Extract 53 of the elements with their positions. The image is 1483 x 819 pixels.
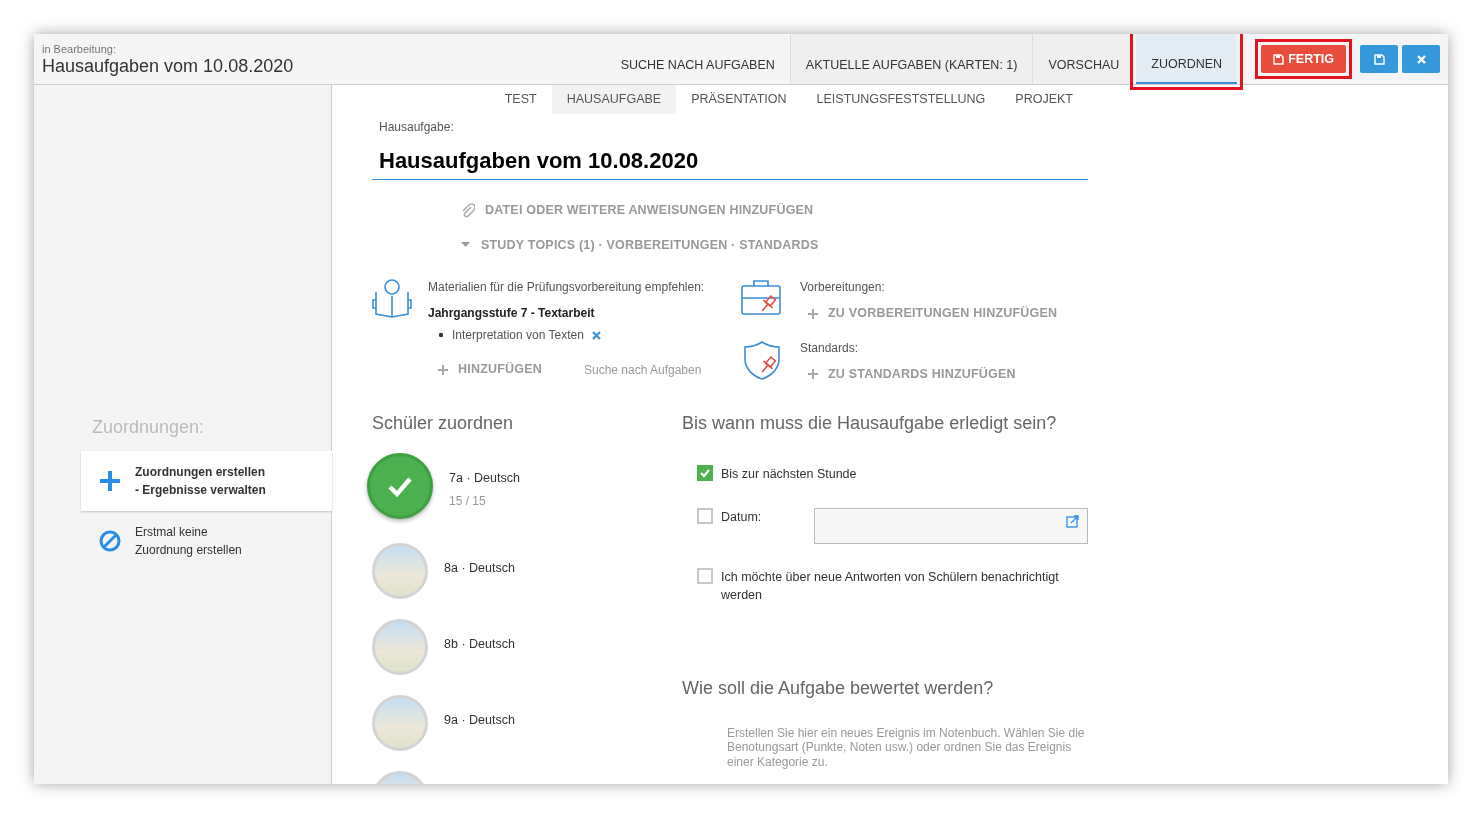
student-count: 15 / 15 xyxy=(449,492,487,510)
materials-label: Materialien für die Prüfungsvorbereitung empfehlen: xyxy=(428,279,705,297)
paperclip-icon xyxy=(460,202,475,218)
section-label: Standards: xyxy=(800,340,860,357)
checkbox[interactable] xyxy=(697,507,713,524)
option-label: Datum: xyxy=(721,508,762,526)
description-text: Erstellen Sie hier ein neues Ereignis im Notenbuch. Wählen Sie die Benotungsart (Punkte, Noten usw.) oder ordnen Sie das Ereignis einer Kategorie zu. xyxy=(727,726,1086,770)
topic-item: Interpretation von Texten xyxy=(452,327,584,345)
close-icon xyxy=(1415,53,1427,65)
class-name: 8a · Deutsch xyxy=(444,559,515,577)
class-name: 7a · Deutsch xyxy=(449,469,520,487)
topic-group: Jahrgangsstufe 7 - Textarbeit xyxy=(428,304,705,323)
type-tab[interactable]: LEISTUNGSFESTSTELLUNG xyxy=(801,85,1001,114)
remove-icon[interactable] xyxy=(591,330,601,340)
external-link-icon[interactable] xyxy=(1066,514,1079,528)
header-tab[interactable]: AKTUELLE AUFGABEN (KARTEN: 1) xyxy=(789,34,1033,84)
date-field[interactable] xyxy=(814,507,1088,544)
type-tab[interactable]: HAUSAUFGABE xyxy=(551,85,677,114)
plus-icon xyxy=(808,369,818,380)
header-tab[interactable]: VORSCHAU xyxy=(1032,34,1135,84)
checkbox[interactable] xyxy=(697,567,713,584)
type-tab[interactable]: PROJEKT xyxy=(1000,85,1088,114)
caption-text: in Bearbeitung: xyxy=(42,41,117,57)
plus-icon xyxy=(808,308,818,319)
class-name: 8b · Deutsch xyxy=(444,635,515,653)
section-title: Bis wann muss die Hausaufgabe erledigt sein? xyxy=(682,411,1058,435)
book-reader-icon xyxy=(372,278,412,321)
plus-icon xyxy=(438,364,448,375)
type-tab[interactable]: PRÄSENTATION xyxy=(676,85,802,114)
option-label: Bis zur nächsten Stunde xyxy=(721,465,857,483)
header-tab[interactable]: SUCHE NACH AUFGABEN xyxy=(605,34,790,84)
title-field[interactable]: Hausaufgaben vom 10.08.2020 xyxy=(372,139,1088,180)
bullet-icon xyxy=(438,332,444,339)
save-button[interactable] xyxy=(1360,45,1398,73)
class-name: 9a · Deutsch xyxy=(444,711,515,729)
page-title: Hausaufgaben vom 10.08.2020 xyxy=(42,57,294,78)
save-icon xyxy=(1373,53,1385,65)
sidebar-item[interactable]: Erstmal keine Zuordnung erstellen xyxy=(81,511,332,571)
section-title: Schüler zuordnen xyxy=(372,411,515,435)
section-label: Vorbereitungen: xyxy=(800,279,886,297)
plus-icon xyxy=(99,470,121,492)
close-button[interactable] xyxy=(1402,45,1440,73)
selected-avatar[interactable] xyxy=(367,452,433,519)
no-entry-icon xyxy=(99,530,121,552)
field-label: Hausaufgabe: xyxy=(378,118,455,136)
section-title: Wie soll die Aufgabe bewertet werden? xyxy=(682,677,995,700)
sidebar-item[interactable]: Zuordnungen erstellen - Ergebnisse verwalten xyxy=(81,451,332,511)
type-tab[interactable]: TEST xyxy=(489,85,552,114)
save-icon xyxy=(1273,53,1285,65)
sidebar-title: Zuordnungen: xyxy=(92,416,206,439)
done-button[interactable]: FERTIG xyxy=(1261,45,1346,73)
option-label: Ich möchte über neue Antworten von Schülern benachrichtigt werden xyxy=(721,568,1060,605)
checkbox[interactable] xyxy=(697,464,713,481)
